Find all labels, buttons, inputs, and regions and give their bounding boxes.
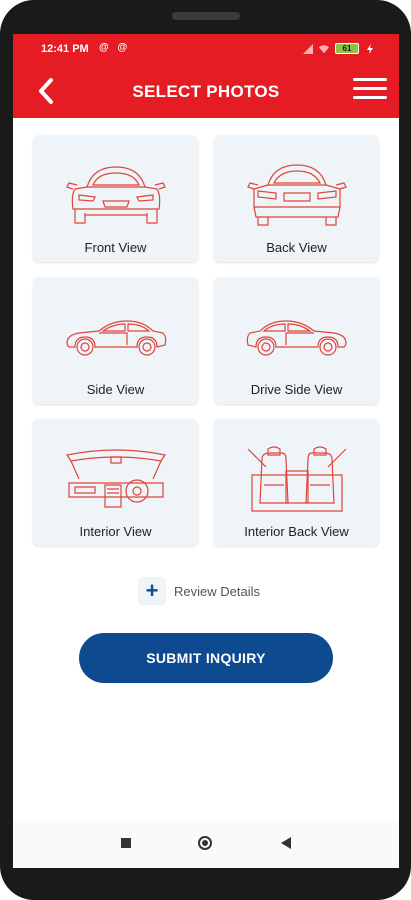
photo-option-back-view[interactable]: Back View <box>214 135 379 262</box>
system-back-button[interactable] <box>281 837 291 849</box>
page-title: SELECT PHOTOS <box>132 82 280 101</box>
photo-options-grid: Front View Back View Side View Drive Sid… <box>33 135 380 546</box>
status-indicators: 61 <box>303 43 375 54</box>
speaker-grille <box>172 12 240 20</box>
photo-option-label: Side View <box>86 382 145 397</box>
wifi-icon <box>319 44 329 53</box>
status-time: 12:41 PM <box>41 43 89 55</box>
photo-option-label: Drive Side View <box>250 382 343 397</box>
phone-frame: 12:41 PM @ @ 61 SELECT PHOTOS Front View… <box>0 0 411 900</box>
photo-option-interior-back-view[interactable]: Interior Back View <box>214 419 379 546</box>
system-nav-bar <box>13 820 399 868</box>
photo-option-label: Front View <box>84 240 147 255</box>
signal-icon <box>303 43 313 54</box>
photo-option-front-view[interactable]: Front View <box>33 135 198 262</box>
status-bar: 12:41 PM @ @ 61 <box>13 34 399 64</box>
review-details-label: Review Details <box>174 583 260 599</box>
car-drive-side-icon <box>246 320 347 356</box>
photo-option-side-view[interactable]: Side View <box>33 277 198 404</box>
review-details-toggle[interactable]: + Review Details <box>138 576 260 606</box>
photo-option-label: Back View <box>266 240 327 255</box>
app-bar: SELECT PHOTOS <box>13 64 399 118</box>
screen: 12:41 PM @ @ 61 SELECT PHOTOS Front View… <box>13 34 399 868</box>
home-button[interactable] <box>198 836 212 850</box>
notification-icons: @ @ <box>99 42 131 53</box>
battery-icon: 61 <box>335 43 359 54</box>
photo-option-label: Interior Back View <box>244 524 349 539</box>
hamburger-menu-icon <box>353 78 387 81</box>
menu-button[interactable] <box>353 78 387 104</box>
car-interior-dashboard-icon <box>66 449 166 508</box>
plus-icon: + <box>138 577 166 605</box>
car-interior-seats-icon <box>247 446 347 512</box>
photo-option-interior-view[interactable]: Interior View <box>33 419 198 546</box>
photo-option-label: Interior View <box>79 524 152 539</box>
charging-icon <box>367 43 373 54</box>
car-back-icon <box>247 164 347 226</box>
recents-button[interactable] <box>121 838 131 848</box>
photo-option-drive-side-view[interactable]: Drive Side View <box>214 277 379 404</box>
car-side-icon <box>66 320 167 356</box>
car-front-icon <box>66 166 166 224</box>
submit-inquiry-button[interactable]: SUBMIT INQUIRY <box>79 633 333 683</box>
